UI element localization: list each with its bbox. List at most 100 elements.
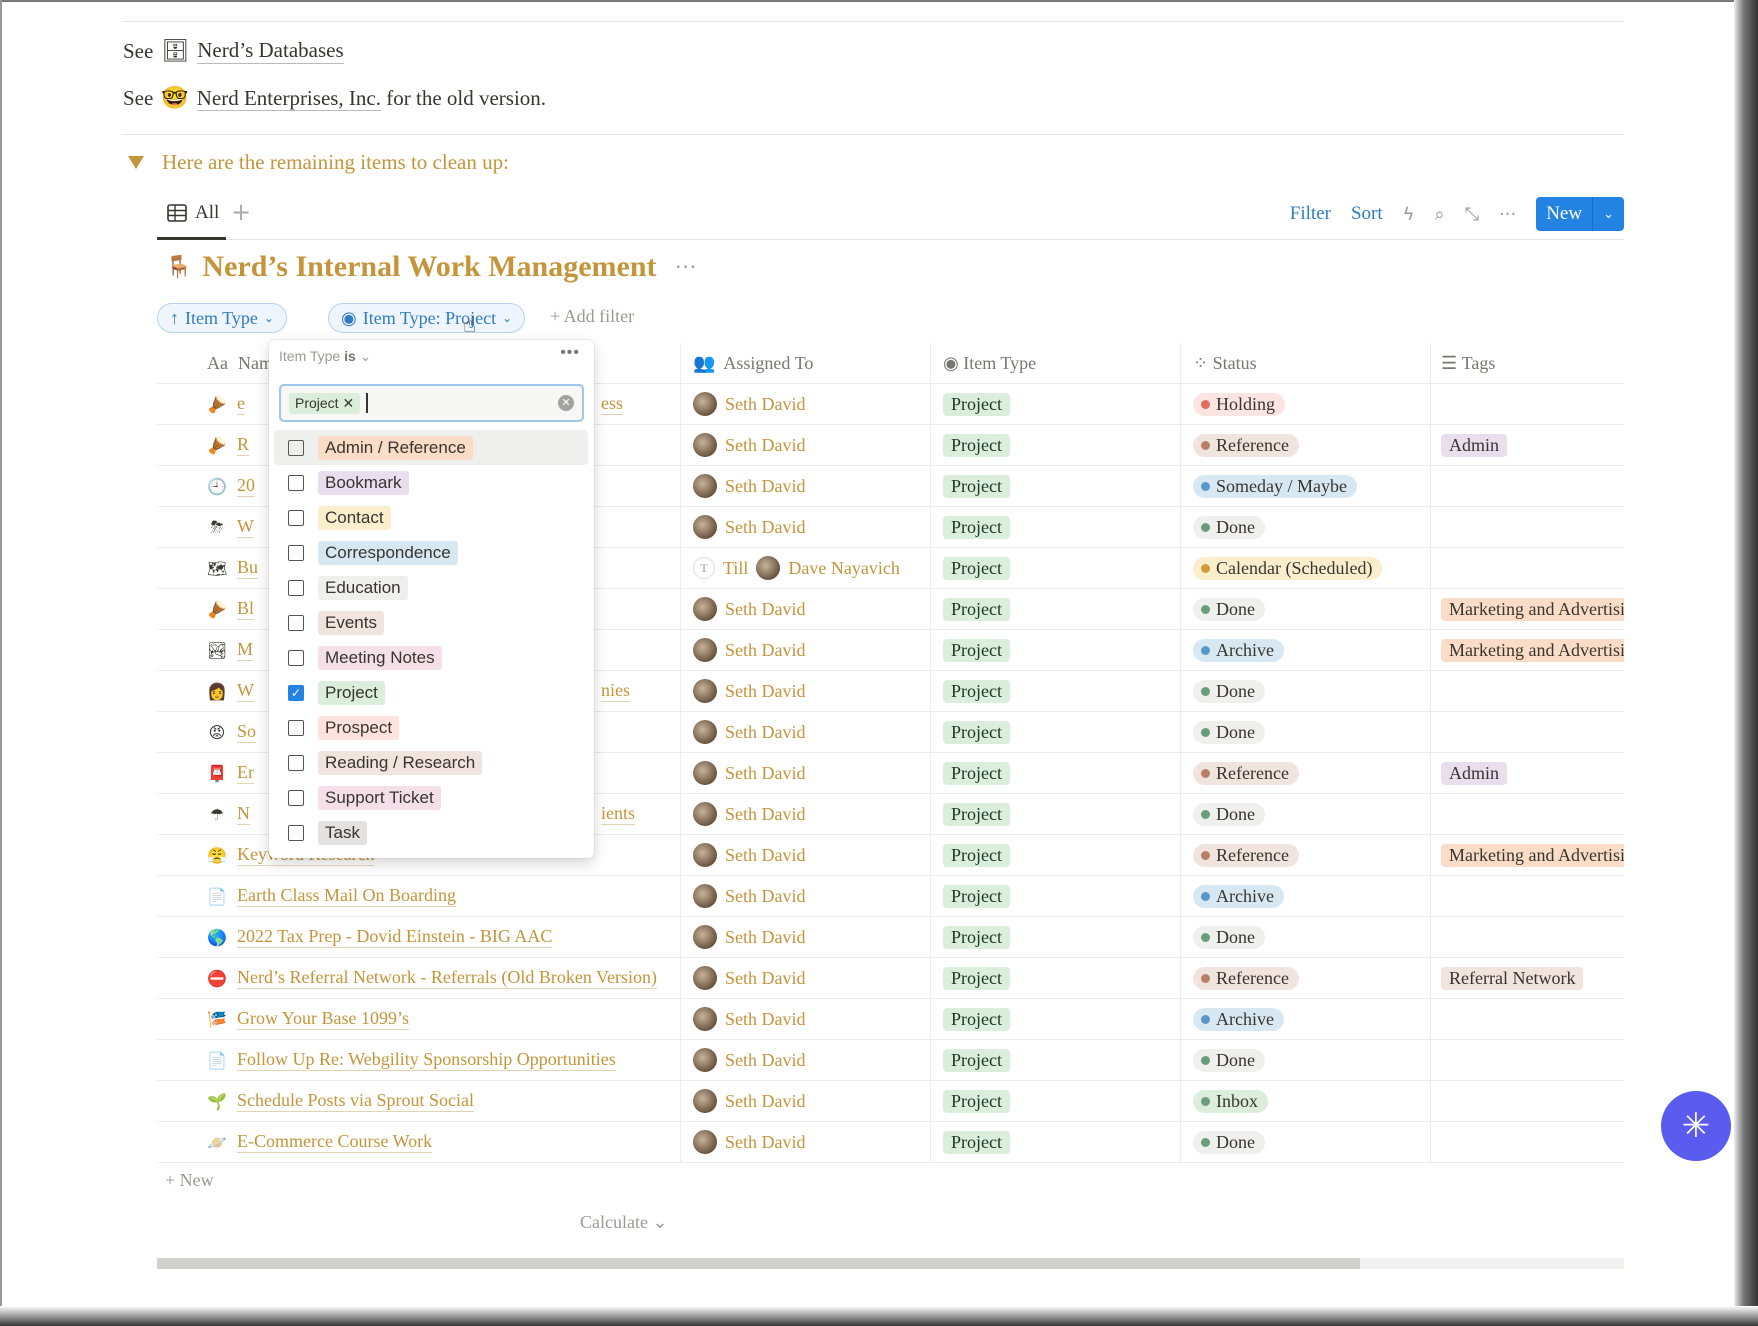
status-cell[interactable]: Done	[1180, 917, 1430, 957]
checkbox[interactable]	[288, 824, 304, 841]
checkbox[interactable]	[288, 614, 304, 631]
person-name[interactable]: Seth David	[725, 1091, 806, 1112]
tags-cell[interactable]: Marketing and Advertising	[1430, 835, 1624, 875]
item-type-cell[interactable]: Project	[930, 466, 1180, 506]
page-name-link[interactable]: 20	[237, 475, 255, 497]
cleanup-toggle[interactable]: Here are the remaining items to clean up…	[128, 150, 509, 175]
assigned-cell[interactable]: Seth David	[680, 589, 930, 629]
tags-cell[interactable]	[1430, 507, 1624, 547]
name-cell[interactable]: 📄 Follow Up Re: Webgility Sponsorship Opp…	[157, 1049, 680, 1071]
tags-cell[interactable]: Admin	[1430, 753, 1624, 793]
tags-cell[interactable]	[1430, 1081, 1624, 1121]
sort-button[interactable]: Sort	[1351, 203, 1383, 225]
nerd-enterprises-link[interactable]: Nerd Enterprises, Inc.	[196, 86, 381, 111]
nerds-databases-link[interactable]: Nerd’s Databases	[197, 38, 344, 64]
status-cell[interactable]: Done	[1180, 507, 1430, 547]
tags-cell[interactable]: Marketing and Advertising	[1430, 630, 1624, 670]
person-name[interactable]: Seth David	[725, 681, 806, 702]
assigned-cell[interactable]: Seth David	[680, 1040, 930, 1080]
status-cell[interactable]: Done	[1180, 794, 1430, 834]
item-type-cell[interactable]: Project	[930, 835, 1180, 875]
assigned-cell[interactable]: Seth David	[680, 876, 930, 916]
item-type-cell[interactable]: Project	[930, 999, 1180, 1039]
item-type-cell[interactable]: Project	[930, 917, 1180, 957]
tags-cell[interactable]	[1430, 917, 1624, 957]
status-cell[interactable]: Reference	[1180, 835, 1430, 875]
page-name-tail[interactable]: ess	[601, 393, 623, 415]
filter-option[interactable]: Correspondence	[274, 535, 588, 570]
item-type-cell[interactable]: Project	[930, 671, 1180, 711]
assigned-cell[interactable]: T Till Dave Nayavich	[680, 548, 930, 588]
assistant-button[interactable]: ✳	[1661, 1091, 1731, 1161]
item-type-cell[interactable]: Project	[930, 1122, 1180, 1162]
expand-icon[interactable]: ⤡	[1465, 204, 1479, 225]
page-name-link[interactable]: Nerd’s Referral Network - Referrals (Old…	[237, 967, 658, 989]
person-name[interactable]: Seth David	[725, 927, 806, 948]
assigned-cell[interactable]: Seth David	[680, 630, 930, 670]
checkbox[interactable]	[288, 544, 304, 561]
filter-option[interactable]: Events	[274, 605, 588, 640]
person-name[interactable]: Seth David	[725, 886, 806, 907]
item-type-cell[interactable]: Project	[930, 753, 1180, 793]
remove-tag-icon[interactable]: ✕	[342, 395, 354, 411]
person-name[interactable]: Seth David	[725, 640, 806, 661]
horizontal-scrollbar[interactable]	[157, 1258, 1624, 1269]
tags-cell[interactable]	[1430, 876, 1624, 916]
status-cell[interactable]: Holding	[1180, 384, 1430, 424]
table-row[interactable]: 🌱 Schedule Posts via Sprout Social Seth D…	[157, 1081, 1624, 1122]
assigned-cell[interactable]: Seth David	[680, 794, 930, 834]
tags-cell[interactable]	[1430, 712, 1624, 752]
person-name[interactable]: Seth David	[725, 722, 806, 743]
status-cell[interactable]: Archive	[1180, 999, 1430, 1039]
filter-option[interactable]: Bookmark	[274, 465, 588, 500]
assigned-cell[interactable]: Seth David	[680, 507, 930, 547]
tags-cell[interactable]	[1430, 1040, 1624, 1080]
tags-cell[interactable]	[1430, 548, 1624, 588]
name-cell[interactable]: 🪐 E-Commerce Course Work	[157, 1131, 680, 1153]
filter-option[interactable]: ✓ Project	[274, 675, 588, 710]
checkbox[interactable]	[288, 789, 304, 806]
column-header-item-type[interactable]: ◉ Item Type	[930, 343, 1180, 383]
filter-option[interactable]: Admin / Reference	[274, 430, 588, 465]
item-type-cell[interactable]: Project	[930, 876, 1180, 916]
assigned-cell[interactable]: Seth David	[680, 425, 930, 465]
checkbox[interactable]	[288, 579, 304, 596]
person-name[interactable]: Till	[723, 558, 748, 579]
page-name-link[interactable]: R	[237, 434, 250, 456]
add-view-button[interactable]: +	[231, 198, 251, 226]
checkbox[interactable]	[288, 719, 304, 736]
page-name-link[interactable]: M	[237, 639, 254, 661]
more-options-icon[interactable]: ···	[1499, 204, 1516, 225]
status-cell[interactable]: Done	[1180, 671, 1430, 711]
page-name-link[interactable]: N	[237, 803, 250, 825]
assigned-cell[interactable]: Seth David	[680, 671, 930, 711]
tags-cell[interactable]	[1430, 1122, 1624, 1162]
status-cell[interactable]: Done	[1180, 1122, 1430, 1162]
name-cell[interactable]: ⛔ Nerd’s Referral Network - Referrals (Ol…	[157, 967, 680, 989]
assigned-cell[interactable]: Seth David	[680, 917, 930, 957]
page-name-link[interactable]: Er	[237, 762, 254, 784]
item-type-cell[interactable]: Project	[930, 1040, 1180, 1080]
item-type-cell[interactable]: Project	[930, 589, 1180, 629]
item-type-cell[interactable]: Project	[930, 630, 1180, 670]
assigned-cell[interactable]: Seth David	[680, 753, 930, 793]
person-name[interactable]: Seth David	[725, 476, 806, 497]
status-cell[interactable]: Done	[1180, 712, 1430, 752]
assigned-cell[interactable]: Seth David	[680, 712, 930, 752]
person-name[interactable]: Seth David	[725, 435, 806, 456]
add-new-row-button[interactable]: + New	[165, 1170, 214, 1191]
status-cell[interactable]: Reference	[1180, 958, 1430, 998]
filter-option[interactable]: Reading / Research	[274, 745, 588, 780]
checkbox[interactable]	[288, 509, 304, 526]
status-cell[interactable]: Archive	[1180, 876, 1430, 916]
filter-button[interactable]: Filter	[1290, 203, 1331, 225]
page-name-link[interactable]: So	[237, 721, 257, 743]
person-name[interactable]: Seth David	[725, 845, 806, 866]
filter-chip[interactable]: ◉ Item Type: Project ⌄	[328, 303, 526, 333]
status-cell[interactable]: Reference	[1180, 753, 1430, 793]
page-name-link[interactable]: W	[237, 680, 254, 702]
checkbox[interactable]	[288, 649, 304, 666]
page-name-link[interactable]: 2022 Tax Prep - Dovid Einstein - BIG AAC	[237, 926, 553, 948]
page-name-tail[interactable]: ients	[601, 803, 635, 825]
page-name-link[interactable]: Bu	[237, 557, 259, 579]
